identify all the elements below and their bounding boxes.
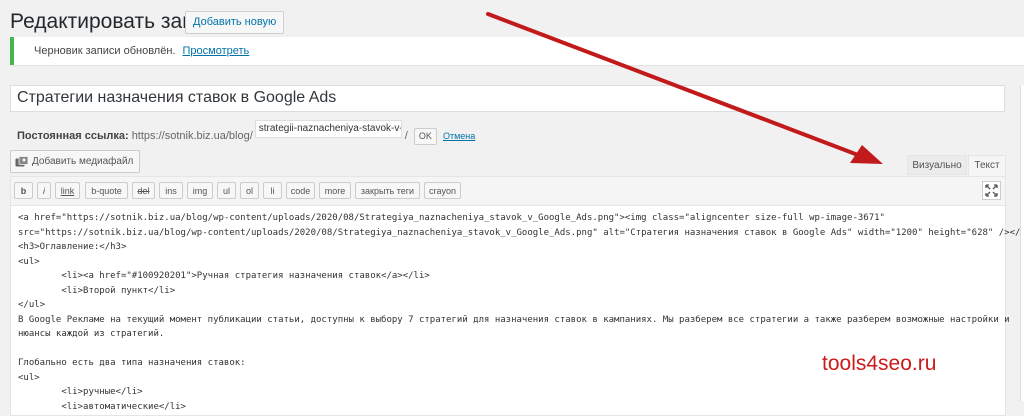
add-new-button[interactable]: Добавить новую	[185, 11, 285, 34]
qt-button-link[interactable]: link	[55, 182, 80, 199]
code-line: <li>автоматические</li>	[18, 401, 186, 412]
code-line: нюансы каждой из стратегий.	[18, 329, 165, 339]
permalink-slug-input[interactable]: strategii-naznacheniya-stavok-v-g	[254, 120, 402, 138]
post-title-value: Стратегии назначения ставок в Google Ads	[17, 89, 337, 106]
code-line: <h3>Оглавление:</h3>	[18, 242, 127, 252]
text-editor[interactable]: b i link b-quote del ins img ul ol li code more закр…	[10, 176, 1024, 416]
qt-button-del[interactable]: del	[132, 182, 155, 199]
watermark-text: tools4seo.ru	[822, 352, 937, 375]
tab-text[interactable]: Текст	[968, 155, 1006, 177]
qt-button-ol[interactable]: ol	[240, 182, 259, 199]
qt-button-code[interactable]: code	[286, 182, 315, 199]
add-media-label: Добавить медиафайл	[32, 156, 134, 167]
code-line: <a href="https://sotnik.biz.ua/blog/wp-c…	[18, 213, 885, 223]
qt-button-b-quote[interactable]: b-quote	[85, 182, 128, 199]
permalink-base: https://sotnik.biz.ua/blog/	[131, 130, 253, 142]
code-line: <ul>	[18, 256, 40, 267]
permalink-label: Постоянная ссылка:	[17, 130, 129, 142]
view-post-link[interactable]: Просмотреть	[183, 45, 250, 57]
permalink-separator: /	[404, 130, 408, 142]
editor-content[interactable]: <a href="https://sotnik.biz.ua/blog/wp-c…	[18, 211, 1024, 414]
tab-visual[interactable]: Визуально	[907, 155, 967, 175]
code-line: <li><a href="#100920201">Ручная стратеги…	[18, 271, 430, 281]
code-line: В Google Рекламе на текущий момент публи…	[18, 314, 1010, 325]
qt-button-more[interactable]: more	[319, 182, 351, 199]
quicktags-toolbar: b i link b-quote del ins img ul ol li code more закр…	[11, 177, 1005, 206]
post-title-input[interactable]: Стратегии назначения ставок в Google Ads	[10, 85, 1005, 112]
notice-text-wrap: Черновик записи обновлён. Просмотреть	[34, 45, 249, 57]
sidebar-edge	[1020, 85, 1024, 401]
qt-button-b[interactable]: b	[14, 182, 33, 199]
qt-button-img[interactable]: img	[187, 182, 213, 199]
add-media-button[interactable]: Добавить медиафайл	[10, 150, 141, 173]
code-line: <li>ручные</li>	[18, 387, 143, 397]
qt-button-ul[interactable]: ul	[217, 182, 236, 199]
fullscreen-button[interactable]	[982, 181, 1001, 200]
permalink-ok-button[interactable]: OK	[413, 127, 437, 145]
code-line: src="https://sotnik.biz.ua/blog/wp-conte…	[18, 227, 1024, 238]
qt-button-i[interactable]: i	[37, 182, 51, 199]
permalink-cancel-link[interactable]: Отмена	[443, 131, 475, 141]
code-line: <li>Второй пункт</li>	[18, 285, 176, 296]
permalink-row: Постоянная ссылка: https://sotnik.biz.ua…	[17, 120, 475, 145]
notice-message: Черновик записи обновлён.	[34, 45, 176, 57]
qt-button-crayon[interactable]: crayon	[424, 182, 461, 199]
fullscreen-icon	[985, 184, 998, 197]
media-icon	[15, 155, 29, 167]
qt-button-закрыть-теги[interactable]: закрыть теги	[355, 182, 420, 199]
qt-button-ins[interactable]: ins	[159, 182, 183, 199]
qt-button-li[interactable]: li	[263, 182, 282, 199]
arrow-head	[850, 145, 883, 164]
update-notice: Черновик записи обновлён. Просмотреть	[10, 37, 1024, 65]
code-line: </ul>	[18, 300, 46, 310]
